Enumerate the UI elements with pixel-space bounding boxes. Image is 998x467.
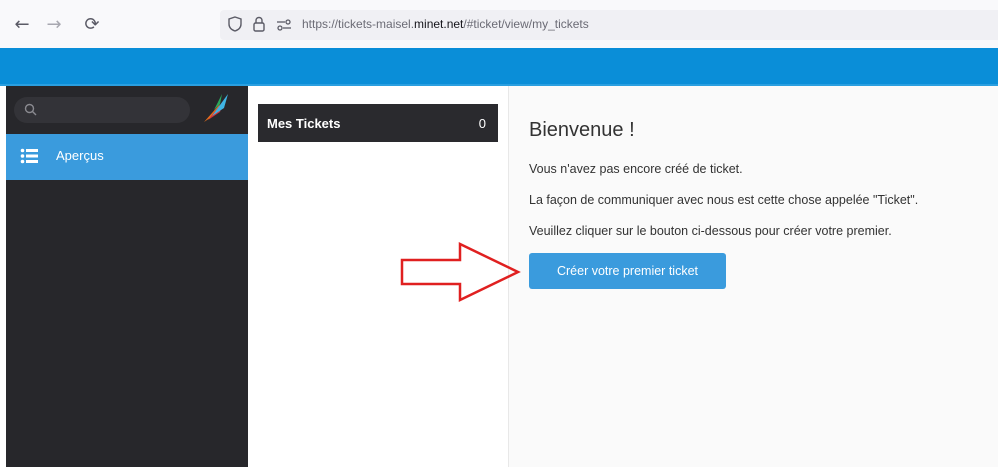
url-path: /#ticket/view/my_tickets	[463, 17, 589, 31]
logo-icon[interactable]	[198, 90, 232, 128]
forward-icon[interactable]: →	[44, 14, 64, 35]
overview-count: 0	[478, 116, 486, 131]
annotation-arrow-icon	[400, 242, 521, 302]
url-text[interactable]: https://tickets-maisel.minet.net/#ticket…	[302, 17, 589, 31]
welcome-text-2: La façon de communiquer avec nous est ce…	[529, 193, 919, 207]
browser-toolbar: ← → ⟳ https://tickets-maisel.minet.net/#…	[0, 0, 998, 49]
search-icon	[24, 103, 37, 116]
list-icon	[20, 148, 38, 164]
overview-item-my-tickets[interactable]: Mes Tickets 0	[258, 104, 498, 142]
url-prefix: https://tickets-maisel.	[302, 17, 415, 31]
address-bar[interactable]: https://tickets-maisel.minet.net/#ticket…	[220, 10, 998, 40]
url-host: minet.net	[414, 17, 464, 31]
sidebar: Aperçus	[6, 86, 248, 467]
app-header	[0, 48, 998, 86]
welcome-text-1: Vous n'avez pas encore créé de ticket.	[529, 162, 743, 176]
sidebar-item-overviews[interactable]: Aperçus	[6, 134, 248, 180]
welcome-text-3: Veuillez cliquer sur le bouton ci-dessou…	[529, 224, 892, 238]
back-icon[interactable]: ←	[12, 14, 32, 35]
sidebar-item-label: Aperçus	[56, 148, 104, 163]
create-first-ticket-button[interactable]: Créer votre premier ticket	[529, 253, 726, 289]
permissions-icon[interactable]	[276, 19, 292, 31]
search-input[interactable]	[14, 97, 190, 123]
lock-icon[interactable]	[252, 16, 266, 32]
shield-icon[interactable]	[228, 16, 242, 32]
page-title: Bienvenue !	[529, 119, 635, 141]
reload-icon[interactable]: ⟳	[82, 14, 102, 35]
overview-name: Mes Tickets	[267, 116, 341, 131]
